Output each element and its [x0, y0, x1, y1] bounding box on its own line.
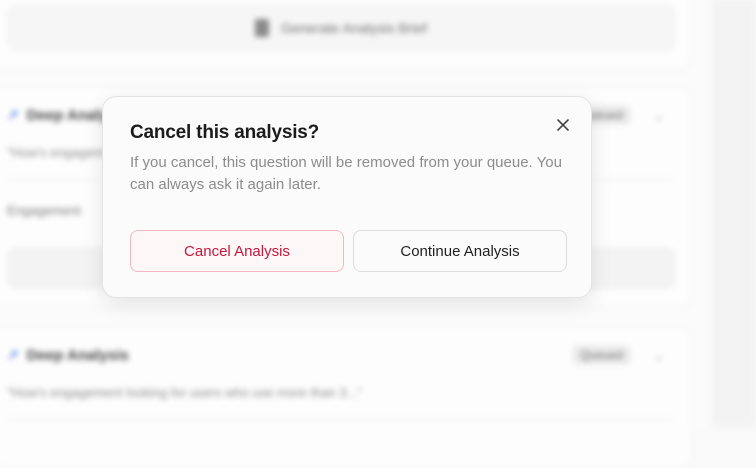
card-title: ↗ Deep Analysis	[7, 347, 129, 364]
dialog-title: Cancel this analysis?	[130, 122, 320, 143]
cancel-analysis-dialog: Cancel this analysis? If you cancel, thi…	[102, 96, 592, 298]
cancel-analysis-button[interactable]: Cancel Analysis	[130, 230, 344, 272]
dialog-description: If you cancel, this question will be rem…	[130, 154, 562, 193]
analysis-body-text: Engagement	[7, 203, 81, 218]
chevron-down-icon[interactable]: ⌄	[653, 347, 665, 364]
right-panel	[712, 0, 756, 428]
brief-card: Generate Analysis Brief	[0, 0, 692, 70]
card-title-text: Deep Analysis	[26, 347, 129, 364]
chevron-down-icon[interactable]: ⌄	[653, 107, 665, 124]
question-quote: "How's engagement looking for users who …	[7, 385, 362, 400]
trend-icon: ↗	[7, 107, 19, 123]
status-badge: Queued	[572, 345, 631, 365]
generate-brief-label: Generate Analysis Brief	[280, 20, 428, 36]
continue-analysis-button[interactable]: Continue Analysis	[353, 230, 567, 272]
document-icon	[254, 19, 269, 37]
trend-icon: ↗	[7, 347, 19, 363]
analysis-card: ↗ Deep Analysis Queued ⌄ "How's engageme…	[0, 326, 692, 468]
generate-brief-button[interactable]: Generate Analysis Brief	[7, 5, 675, 51]
divider	[7, 419, 673, 420]
close-icon[interactable]	[553, 115, 573, 135]
